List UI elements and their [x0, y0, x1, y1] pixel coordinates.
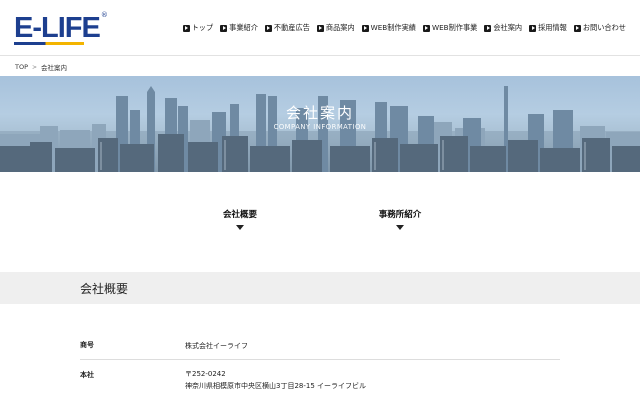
arrow-right-icon [264, 24, 272, 32]
nav-item-top[interactable]: トップ [182, 23, 214, 33]
logo-registered-mark: ® [100, 11, 108, 19]
nav-item-products[interactable]: 商品案内 [316, 23, 355, 33]
anchor-company-overview[interactable]: 会社概要 [210, 208, 270, 230]
nav-item-contact[interactable]: お問い合わせ [573, 23, 626, 33]
breadcrumb-current: 会社案内 [41, 64, 68, 72]
info-value: 〒252-0242 神奈川県相模原市中央区横山3丁目28-15 イーライフビル [185, 368, 366, 392]
arrow-right-icon [529, 24, 537, 32]
anchor-links: 会社概要 事務所紹介 [0, 208, 640, 238]
arrow-right-icon [220, 24, 228, 32]
info-label: 商号 [80, 341, 94, 349]
anchor-office-introduction[interactable]: 事務所紹介 [370, 208, 430, 230]
section-title: 会社概要 [80, 282, 129, 296]
arrow-right-icon [361, 24, 369, 32]
arrow-right-icon [484, 24, 492, 32]
nav-item-web-works[interactable]: WEB制作実績 [361, 23, 416, 33]
nav-item-web-business[interactable]: WEB制作事業 [422, 23, 478, 33]
section-header: 会社概要 [0, 272, 640, 304]
info-label: 本社 [80, 371, 94, 379]
logo-text: E-LIFE [14, 12, 101, 44]
nav-label: 商品案内 [325, 23, 355, 32]
page-subtitle: COMPANY INFORMATION [273, 123, 367, 131]
arrow-right-icon [316, 24, 324, 32]
arrow-right-icon [573, 24, 581, 32]
nav-label: 不動産広告 [273, 23, 310, 32]
site-header: E-LIFE ® トップ 事業紹介 不動産広告 商品案内 WEB制作実績 WEB… [0, 0, 640, 56]
info-row: 商号 株式会社イーライフ [80, 334, 560, 360]
nav-label: WEB制作事業 [431, 23, 478, 32]
info-value-line: 〒252-0242 [185, 370, 226, 378]
nav-label: 会社案内 [493, 23, 523, 32]
breadcrumb-home[interactable]: TOP [15, 63, 28, 71]
site-logo[interactable]: E-LIFE ® [14, 11, 108, 45]
arrow-right-icon [422, 24, 430, 32]
info-value-line: 神奈川県相模原市中央区横山3丁目28-15 イーライフビル [185, 382, 367, 390]
nav-label: 事業紹介 [229, 23, 258, 32]
logo-underline [14, 42, 84, 45]
company-info-table: 商号 株式会社イーライフ 本社 〒252-0242 神奈川県相模原市中央区横山3… [80, 334, 560, 392]
nav-item-real-estate-ads[interactable]: 不動産広告 [264, 23, 310, 33]
anchor-label: 事務所紹介 [378, 210, 422, 220]
info-row: 本社 〒252-0242 神奈川県相模原市中央区横山3丁目28-15 イーライフ… [80, 360, 560, 392]
global-nav: トップ 事業紹介 不動産広告 商品案内 WEB制作実績 WEB制作事業 会社案内… [182, 23, 626, 33]
info-value-line: 株式会社イーライフ [185, 342, 248, 350]
caret-down-icon [396, 225, 404, 230]
caret-down-icon [236, 225, 244, 230]
nav-label: WEB制作実績 [370, 23, 416, 32]
nav-label: トップ [191, 23, 214, 32]
anchor-label: 会社概要 [222, 210, 257, 220]
nav-item-business[interactable]: 事業紹介 [220, 23, 258, 33]
nav-label: 採用情報 [538, 23, 567, 32]
arrow-right-icon [182, 24, 190, 32]
nav-label: お問い合わせ [582, 23, 626, 32]
hero-banner: 会社案内 COMPANY INFORMATION [0, 76, 640, 172]
page-title: 会社案内 [285, 104, 354, 122]
info-value: 株式会社イーライフ [185, 334, 248, 359]
breadcrumb-separator: > [32, 63, 38, 71]
breadcrumb: TOP > 会社案内 [15, 62, 67, 72]
nav-item-recruit[interactable]: 採用情報 [529, 23, 567, 33]
nav-item-company[interactable]: 会社案内 [484, 23, 522, 33]
